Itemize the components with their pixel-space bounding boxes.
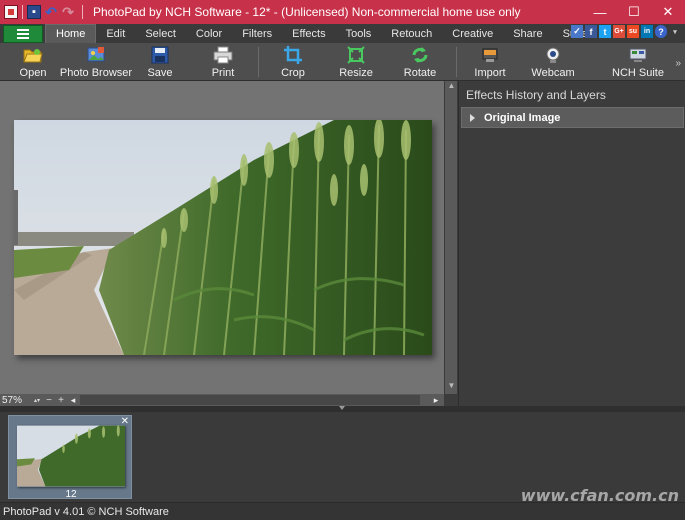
maximize-button[interactable]: ☐ bbox=[617, 0, 651, 24]
wheat-field-image bbox=[14, 120, 432, 355]
scroll-right-icon[interactable]: ▸ bbox=[430, 394, 442, 406]
tab-share[interactable]: Share bbox=[503, 24, 552, 43]
toolbar-divider bbox=[456, 47, 457, 77]
zoom-spinner-icon[interactable]: ▴▾ bbox=[32, 395, 42, 405]
import-button[interactable]: Import bbox=[474, 45, 506, 79]
rotate-label: Rotate bbox=[403, 67, 437, 79]
zoom-in-button[interactable]: + bbox=[56, 395, 66, 406]
image-canvas[interactable] bbox=[0, 81, 444, 394]
zoom-bar: 57% ▴▾ − + ◂ ▸ bbox=[0, 394, 444, 406]
open-label: Open bbox=[19, 67, 47, 79]
redo-icon[interactable]: ↷ bbox=[61, 4, 75, 20]
resize-icon bbox=[346, 45, 366, 64]
expand-triangle-icon[interactable] bbox=[470, 113, 475, 122]
title-separator bbox=[22, 5, 23, 19]
panel-title: Effects History and Layers bbox=[466, 88, 606, 102]
layer-item-original[interactable]: Original Image bbox=[461, 107, 684, 128]
open-button[interactable]: Open bbox=[18, 45, 48, 79]
horizontal-scrollbar[interactable] bbox=[80, 395, 420, 405]
linkedin-icon[interactable]: in bbox=[641, 25, 653, 38]
zoom-level[interactable]: 57% bbox=[2, 395, 32, 406]
folder-icon bbox=[23, 45, 43, 64]
app-icon[interactable] bbox=[4, 5, 18, 19]
collapse-arrow-icon[interactable] bbox=[339, 406, 345, 410]
thumbnail-label: 12 bbox=[65, 489, 77, 500]
tab-tools[interactable]: Tools bbox=[336, 24, 382, 43]
minimize-button[interactable]: — bbox=[583, 0, 617, 24]
zoom-out-button[interactable]: − bbox=[44, 395, 54, 406]
rotate-button[interactable]: Rotate bbox=[403, 45, 437, 79]
ribbon-toolbar: Open Photo Browser Save Print Crop Resiz… bbox=[0, 43, 685, 81]
window-title: PhotoPad by NCH Software - 12* - (Unlice… bbox=[93, 5, 521, 19]
version-text: PhotoPad v 4.01 © NCH Software bbox=[3, 506, 169, 518]
tab-filters[interactable]: Filters bbox=[232, 24, 282, 43]
crop-label: Crop bbox=[281, 67, 305, 79]
hamburger-icon-bar bbox=[17, 29, 29, 31]
tab-color[interactable]: Color bbox=[186, 24, 232, 43]
vertical-scrollbar[interactable]: ▲ ▼ bbox=[444, 81, 457, 394]
google-plus-icon[interactable]: G+ bbox=[613, 25, 625, 38]
nch-suite-icon bbox=[628, 45, 648, 64]
toolbar-overflow-icon[interactable]: » bbox=[675, 58, 681, 69]
toolbar-divider bbox=[258, 47, 259, 77]
hamburger-icon-bar bbox=[17, 33, 29, 35]
save-label: Save bbox=[147, 67, 173, 79]
thumbnail-image bbox=[17, 425, 125, 487]
close-button[interactable]: ✕ bbox=[651, 0, 685, 24]
undo-icon[interactable]: ↶ bbox=[44, 4, 58, 20]
tab-select[interactable]: Select bbox=[135, 24, 186, 43]
quick-save-icon[interactable]: ▪ bbox=[27, 5, 41, 19]
effects-history-panel: Effects History and Layers Original Imag… bbox=[458, 81, 685, 406]
twitter-icon[interactable]: t bbox=[599, 25, 611, 38]
import-icon bbox=[480, 45, 500, 64]
rotate-icon bbox=[410, 45, 430, 64]
nch-suite-button[interactable]: NCH Suite bbox=[612, 45, 664, 79]
photo-browser-label: Photo Browser bbox=[59, 67, 133, 79]
hamburger-icon-bar bbox=[17, 37, 29, 39]
thumbnail-item[interactable]: ✕ 12 bbox=[8, 415, 132, 500]
tab-effects[interactable]: Effects bbox=[282, 24, 335, 43]
resize-button[interactable]: Resize bbox=[339, 45, 373, 79]
save-button[interactable]: Save bbox=[146, 45, 174, 79]
photo-browser-button[interactable]: Photo Browser bbox=[60, 45, 132, 79]
thumbs-up-icon[interactable]: ✓ bbox=[571, 25, 583, 38]
print-label: Print bbox=[211, 67, 235, 79]
ribbon-tab-row: Home Edit Select Color Filters Effects T… bbox=[0, 24, 685, 43]
title-bar: ▪ ↶ ↷ PhotoPad by NCH Software - 12* - (… bbox=[0, 0, 685, 24]
print-button[interactable]: Print bbox=[210, 45, 236, 79]
tab-edit[interactable]: Edit bbox=[96, 24, 135, 43]
scroll-down-icon[interactable]: ▼ bbox=[445, 381, 458, 393]
tab-retouch[interactable]: Retouch bbox=[381, 24, 442, 43]
help-icon[interactable]: ? bbox=[655, 25, 667, 38]
window-controls: — ☐ ✕ bbox=[583, 0, 685, 24]
crop-button[interactable]: Crop bbox=[280, 45, 306, 79]
layer-item-label: Original Image bbox=[484, 111, 561, 124]
ribbon-tabs: Home Edit Select Color Filters Effects T… bbox=[45, 24, 598, 43]
photo-browser-icon bbox=[86, 45, 106, 64]
scroll-up-icon[interactable]: ▲ bbox=[445, 81, 458, 93]
facebook-icon[interactable]: f bbox=[585, 25, 597, 38]
webcam-icon bbox=[543, 45, 563, 64]
import-label: Import bbox=[474, 67, 506, 79]
floppy-disk-icon bbox=[150, 45, 170, 64]
tab-home[interactable]: Home bbox=[45, 24, 97, 43]
watermark: www.cfan.com.cn bbox=[520, 486, 679, 505]
webcam-label: Webcam bbox=[531, 67, 575, 79]
title-separator bbox=[82, 5, 83, 19]
tab-creative[interactable]: Creative bbox=[442, 24, 503, 43]
main-menu-button[interactable] bbox=[3, 25, 43, 43]
wheat-field-photo bbox=[14, 120, 432, 355]
stumbleupon-icon[interactable]: su bbox=[627, 25, 639, 38]
nch-suite-label: NCH Suite bbox=[612, 67, 664, 79]
scroll-left-icon[interactable]: ◂ bbox=[67, 394, 79, 406]
crop-icon bbox=[283, 45, 303, 64]
chevron-down-icon[interactable]: ▾ bbox=[669, 25, 681, 38]
printer-icon bbox=[213, 45, 233, 64]
webcam-button[interactable]: Webcam bbox=[531, 45, 575, 79]
resize-label: Resize bbox=[339, 67, 373, 79]
social-icons: ✓ f t G+ su in ? ▾ bbox=[571, 25, 681, 38]
